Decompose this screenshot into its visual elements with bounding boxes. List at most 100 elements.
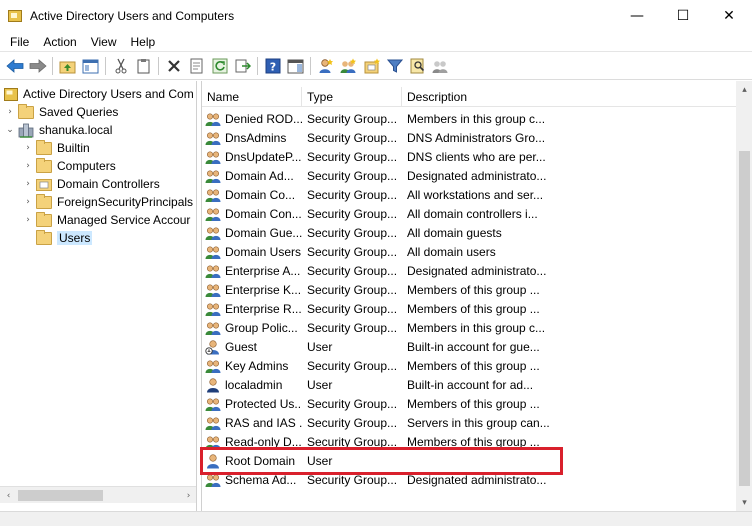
back-arrow-icon[interactable] <box>3 55 26 77</box>
cell-name: Domain Co... <box>202 187 302 203</box>
cell-name: Enterprise R... <box>202 301 302 317</box>
app-icon <box>8 10 22 22</box>
console-tree[interactable]: Active Directory Users and Com › Saved Q… <box>0 81 197 511</box>
horizontal-scrollbar[interactable]: ‹ › <box>0 486 196 504</box>
list-item[interactable]: Denied ROD... Security Group... Members in… <box>202 109 736 128</box>
copy-icon[interactable] <box>132 55 155 77</box>
list-item[interactable]: Read-only D... Security Group... Members o… <box>202 432 736 451</box>
column-header-type[interactable]: Type <box>302 87 402 107</box>
collapse-arrow-icon[interactable]: ⌄ <box>4 121 16 139</box>
object-description: All workstations and ser... <box>407 187 544 202</box>
list-item[interactable]: Domain Con... Security Group... All domain… <box>202 204 736 223</box>
properties-icon[interactable] <box>185 55 208 77</box>
expand-arrow-icon[interactable]: › <box>22 193 34 211</box>
list-item[interactable]: RAS and IAS ... Security Group... Servers … <box>202 413 736 432</box>
menu-help[interactable]: Help <box>124 32 163 52</box>
tree-item-label: Users <box>57 231 93 245</box>
tree-item-label: Saved Queries <box>39 105 119 119</box>
object-type: Security Group... <box>307 206 398 221</box>
list-item[interactable]: Root Domain User <box>202 451 736 470</box>
list-item[interactable]: Group Polic... Security Group... Members i… <box>202 318 736 337</box>
expand-arrow-icon[interactable]: › <box>22 139 34 157</box>
tree-item-domain[interactable]: ⌄ shanuka.local <box>4 121 112 139</box>
disabled-user-icon <box>205 339 221 355</box>
new-user-icon[interactable] <box>314 55 337 77</box>
list-item[interactable]: Schema Ad... Security Group... Designated … <box>202 470 736 489</box>
organizational-unit-icon <box>36 178 52 191</box>
action-pane-icon[interactable] <box>284 55 307 77</box>
tree-item-domain-controllers[interactable]: › Domain Controllers <box>22 175 160 193</box>
object-type: Security Group... <box>307 149 398 164</box>
security-group-icon <box>205 415 221 431</box>
object-description: All domain users <box>407 244 496 259</box>
toolbar-separator <box>105 57 106 75</box>
scroll-right-icon[interactable]: › <box>180 487 196 504</box>
tree-item-users[interactable]: Users <box>22 229 93 247</box>
list-item[interactable]: Domain Gue... Security Group... All domain… <box>202 223 736 242</box>
cell-name: RAS and IAS ... <box>202 415 302 431</box>
cut-icon[interactable] <box>109 55 132 77</box>
tree-item-label: Computers <box>57 159 116 173</box>
list-item[interactable]: Protected Us... Security Group... Members … <box>202 394 736 413</box>
filter-icon[interactable] <box>383 55 406 77</box>
cell-name: Domain Gue... <box>202 225 302 241</box>
tree-item-foreign-security-principals[interactable]: › ForeignSecurityPrincipals <box>22 193 193 211</box>
list-item[interactable]: Enterprise A... Security Group... Designat… <box>202 261 736 280</box>
menu-action[interactable]: Action <box>36 32 83 52</box>
scrollbar-thumb[interactable] <box>739 151 750 486</box>
object-type: Security Group... <box>307 358 398 373</box>
object-type: Security Group... <box>307 187 398 202</box>
maximize-button[interactable]: ☐ <box>660 0 706 32</box>
list-item[interactable]: Domain Ad... Security Group... Designated … <box>202 166 736 185</box>
vertical-scrollbar[interactable]: ▴ ▾ <box>736 81 752 511</box>
object-type: Security Group... <box>307 225 398 240</box>
scrollbar-thumb[interactable] <box>18 490 103 501</box>
object-type: Security Group... <box>307 168 398 183</box>
tree-root[interactable]: Active Directory Users and Com <box>4 85 194 103</box>
expand-arrow-icon[interactable]: › <box>22 175 34 193</box>
tree-item-managed-service-accounts[interactable]: › Managed Service Accour <box>22 211 190 229</box>
tree-item-saved-queries[interactable]: › Saved Queries <box>4 103 118 121</box>
up-folder-icon[interactable] <box>56 55 79 77</box>
tree-item-builtin[interactable]: › Builtin <box>22 139 90 157</box>
results-pane[interactable]: Name Type Description Denied ROD... Secur… <box>201 81 752 511</box>
expand-arrow-icon[interactable]: › <box>22 211 34 229</box>
minimize-button[interactable]: — <box>614 0 660 32</box>
new-ou-icon[interactable] <box>360 55 383 77</box>
expand-arrow-icon[interactable]: › <box>4 103 16 121</box>
list-item[interactable]: Enterprise R... Security Group... Members … <box>202 299 736 318</box>
find-icon[interactable] <box>406 55 429 77</box>
forward-arrow-icon[interactable] <box>26 55 49 77</box>
export-list-icon[interactable] <box>231 55 254 77</box>
list-item[interactable]: Domain Co... Security Group... All worksta… <box>202 185 736 204</box>
scroll-left-icon[interactable]: ‹ <box>0 487 17 504</box>
delete-icon[interactable] <box>162 55 185 77</box>
list-item[interactable]: DnsAdmins Security Group... DNS Administra… <box>202 128 736 147</box>
list-item[interactable]: Key Admins Security Group... Members of th… <box>202 356 736 375</box>
scroll-down-icon[interactable]: ▾ <box>736 494 752 511</box>
cell-name: Domain Con... <box>202 206 302 222</box>
add-to-group-icon[interactable] <box>429 55 452 77</box>
list-item[interactable]: Domain Users Security Group... All domain … <box>202 242 736 261</box>
object-type: Security Group... <box>307 415 398 430</box>
help-icon[interactable]: ? <box>261 55 284 77</box>
list-item[interactable]: Guest User Built-in account for gue... <box>202 337 736 356</box>
expand-arrow-icon[interactable]: › <box>22 157 34 175</box>
list-item[interactable]: localadmin User Built-in account for ad... <box>202 375 736 394</box>
new-group-icon[interactable] <box>337 55 360 77</box>
column-header-name[interactable]: Name <box>202 87 302 107</box>
list-item[interactable]: DnsUpdateP... Security Group... DNS client… <box>202 147 736 166</box>
object-name: DnsAdmins <box>225 130 287 145</box>
menu-file[interactable]: File <box>0 32 36 52</box>
object-description: Servers in this group can... <box>407 415 550 430</box>
show-console-tree-icon[interactable] <box>79 55 102 77</box>
refresh-icon[interactable] <box>208 55 231 77</box>
close-button[interactable]: ✕ <box>706 0 752 32</box>
tree-item-computers[interactable]: › Computers <box>22 157 116 175</box>
column-header-description[interactable]: Description <box>402 87 553 107</box>
cell-name: Schema Ad... <box>202 472 302 488</box>
menu-view[interactable]: View <box>84 32 124 52</box>
list-item[interactable]: Enterprise K... Security Group... Members … <box>202 280 736 299</box>
object-name: Domain Users <box>225 244 302 259</box>
scroll-up-icon[interactable]: ▴ <box>736 81 752 98</box>
